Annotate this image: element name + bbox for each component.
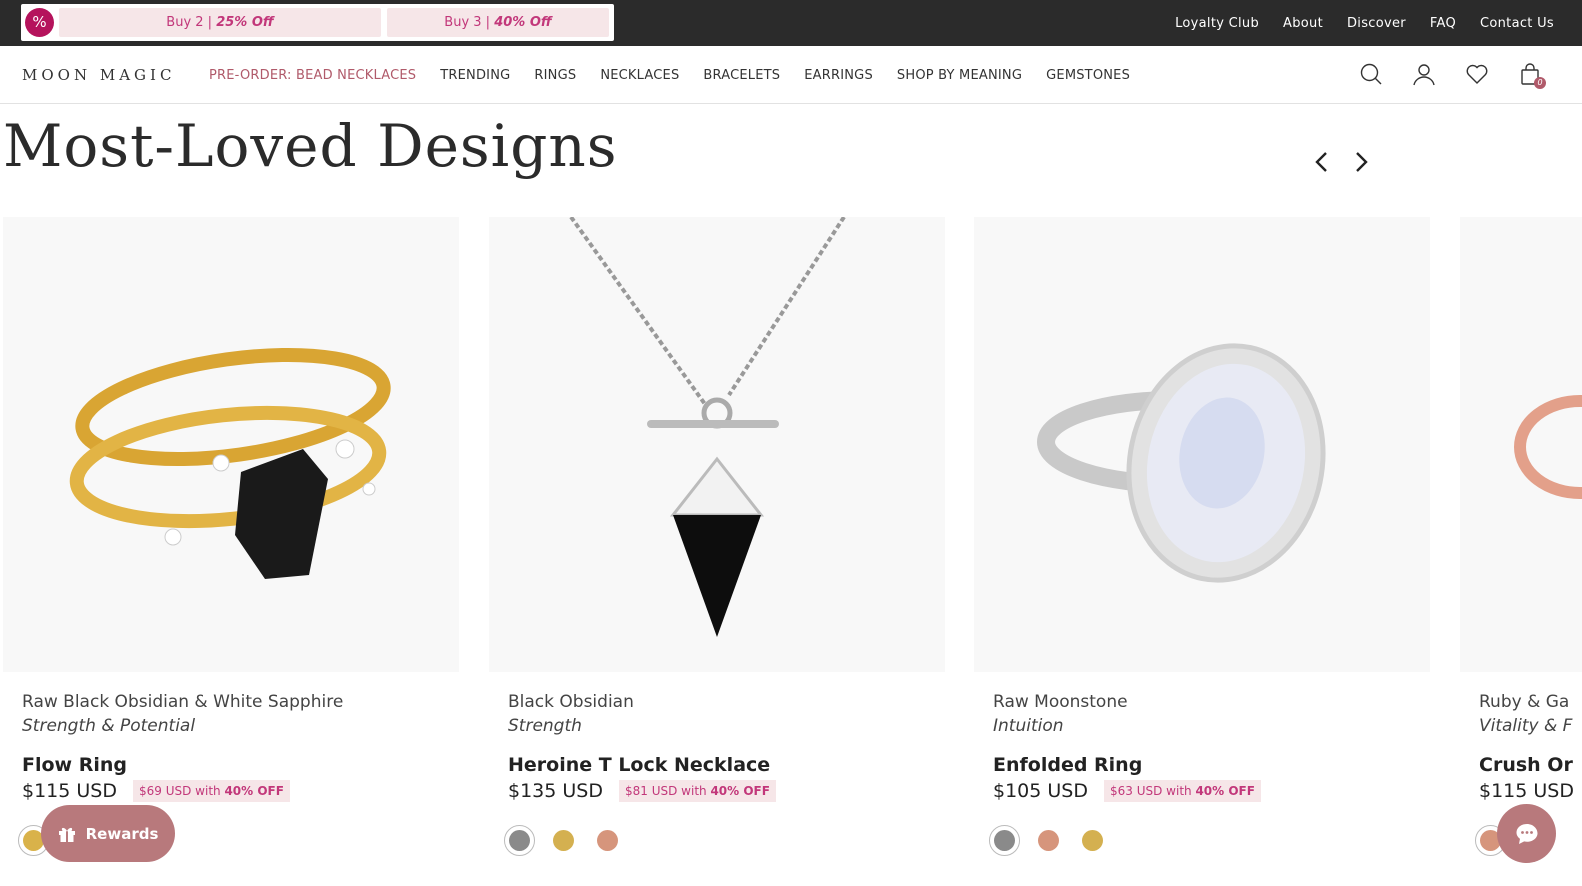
- product-image-crush-ring[interactable]: [1460, 217, 1582, 672]
- wishlist-heart-icon[interactable]: [1465, 62, 1489, 86]
- discount-percent-icon: %: [25, 8, 54, 37]
- product-meaning: Strength & Potential: [22, 716, 196, 736]
- product-info: Ruby & Ga Vitality & F Crush Or $115 USD: [1479, 692, 1582, 802]
- about-link[interactable]: About: [1283, 16, 1323, 31]
- nav-item-gemstones[interactable]: GEMSTONES: [1046, 68, 1130, 83]
- chevron-right-icon: [1356, 152, 1368, 172]
- bundle-deal-badge: $81 USD with 40% OFF: [619, 780, 776, 802]
- nav-item-shop-by-meaning[interactable]: SHOP BY MEANING: [897, 68, 1022, 83]
- nav-menu: PRE-ORDER: BEAD NECKLACES TRENDING RINGS…: [209, 46, 1130, 104]
- product-gemstone: Black Obsidian: [508, 692, 634, 712]
- product-info: Raw Black Obsidian & White Sapphire Stre…: [22, 692, 452, 802]
- utility-links: Loyalty Club About Discover FAQ Contact …: [1175, 0, 1554, 46]
- section-title: Most-Loved Designs: [3, 112, 618, 180]
- price-row: $115 USD: [1479, 780, 1582, 802]
- carousel-prev-button[interactable]: [1308, 148, 1336, 176]
- product-gemstone: Ruby & Ga: [1479, 692, 1570, 712]
- chat-bubble-icon: [1516, 823, 1537, 844]
- contact-us-link[interactable]: Contact Us: [1480, 16, 1554, 31]
- product-card[interactable]: Ruby & Ga Vitality & F Crush Or $115 USD: [1460, 217, 1582, 886]
- promo-offers: % Buy 2 | 25% Off Buy 3 | 40% Off: [21, 4, 614, 41]
- product-meaning: Intuition: [993, 716, 1064, 736]
- swatch-silver[interactable]: [989, 825, 1020, 856]
- faq-link[interactable]: FAQ: [1430, 16, 1456, 31]
- header-icons: 0: [1359, 62, 1546, 89]
- brand-logo[interactable]: MOON MAGIC: [22, 66, 175, 84]
- discover-link[interactable]: Discover: [1347, 16, 1406, 31]
- cart-count-badge: 0: [1534, 77, 1546, 89]
- nav-item-preorder-bead-necklaces[interactable]: PRE-ORDER: BEAD NECKLACES: [209, 68, 416, 83]
- nav-item-trending[interactable]: TRENDING: [440, 68, 510, 83]
- product-meaning: Strength: [508, 716, 582, 736]
- product-image-enfolded-ring[interactable]: [974, 217, 1430, 672]
- nav-item-earrings[interactable]: EARRINGS: [804, 68, 873, 83]
- product-gemstone: Raw Black Obsidian & White Sapphire: [22, 692, 344, 712]
- swatch-gold[interactable]: [548, 825, 579, 856]
- bundle-deal-badge: $63 USD with 40% OFF: [1104, 780, 1261, 802]
- product-card[interactable]: Raw Moonstone Intuition Enfolded Ring $1…: [974, 217, 1430, 856]
- product-image-heroine-t-lock-necklace[interactable]: [489, 217, 945, 672]
- search-icon[interactable]: [1359, 62, 1383, 86]
- swatch-gold[interactable]: [1077, 825, 1108, 856]
- nav-item-necklaces[interactable]: NECKLACES: [600, 68, 679, 83]
- rewards-label: Rewards: [85, 824, 159, 843]
- price-row: $115 USD $69 USD with 40% OFF: [22, 780, 452, 802]
- product-price: $135 USD: [508, 780, 603, 802]
- product-info: Raw Moonstone Intuition Enfolded Ring $1…: [993, 692, 1423, 802]
- product-name[interactable]: Crush Or: [1479, 754, 1582, 776]
- product-price: $105 USD: [993, 780, 1088, 802]
- product-price: $115 USD: [22, 780, 117, 802]
- loyalty-club-link[interactable]: Loyalty Club: [1175, 16, 1259, 31]
- nav-item-rings[interactable]: RINGS: [534, 68, 576, 83]
- chat-button[interactable]: [1497, 804, 1556, 863]
- gift-icon: [58, 827, 75, 842]
- product-card[interactable]: Black Obsidian Strength Heroine T Lock N…: [489, 217, 945, 856]
- product-price: $115 USD: [1479, 780, 1574, 802]
- product-card[interactable]: Raw Black Obsidian & White Sapphire Stre…: [3, 217, 459, 856]
- chevron-left-icon: [1315, 152, 1327, 172]
- swatch-rose-gold[interactable]: [1033, 825, 1064, 856]
- product-gemstone: Raw Moonstone: [993, 692, 1128, 712]
- promo-offer-buy-2[interactable]: Buy 2 | 25% Off: [59, 8, 381, 37]
- bundle-deal-badge: $69 USD with 40% OFF: [133, 780, 290, 802]
- account-icon[interactable]: [1412, 62, 1436, 86]
- product-info: Black Obsidian Strength Heroine T Lock N…: [508, 692, 938, 802]
- metal-swatches: [989, 825, 1108, 856]
- promo-offer-buy-3[interactable]: Buy 3 | 40% Off: [387, 8, 609, 37]
- product-name[interactable]: Flow Ring: [22, 754, 452, 776]
- product-name[interactable]: Enfolded Ring: [993, 754, 1423, 776]
- product-meaning: Vitality & F: [1479, 716, 1573, 736]
- nav-item-bracelets[interactable]: BRACELETS: [703, 68, 780, 83]
- price-row: $105 USD $63 USD with 40% OFF: [993, 780, 1423, 802]
- swatch-rose-gold[interactable]: [592, 825, 623, 856]
- rewards-button[interactable]: Rewards: [41, 805, 175, 862]
- promo-top-bar: % Buy 2 | 25% Off Buy 3 | 40% Off Loyalt…: [0, 0, 1582, 46]
- product-name[interactable]: Heroine T Lock Necklace: [508, 754, 938, 776]
- price-row: $135 USD $81 USD with 40% OFF: [508, 780, 938, 802]
- swatch-silver[interactable]: [504, 825, 535, 856]
- cart-bag-icon[interactable]: 0: [1518, 62, 1546, 89]
- main-navigation: MOON MAGIC PRE-ORDER: BEAD NECKLACES TRE…: [0, 46, 1582, 104]
- carousel-next-button[interactable]: [1347, 148, 1375, 176]
- metal-swatches: [504, 825, 623, 856]
- product-image-flow-ring[interactable]: [3, 217, 459, 672]
